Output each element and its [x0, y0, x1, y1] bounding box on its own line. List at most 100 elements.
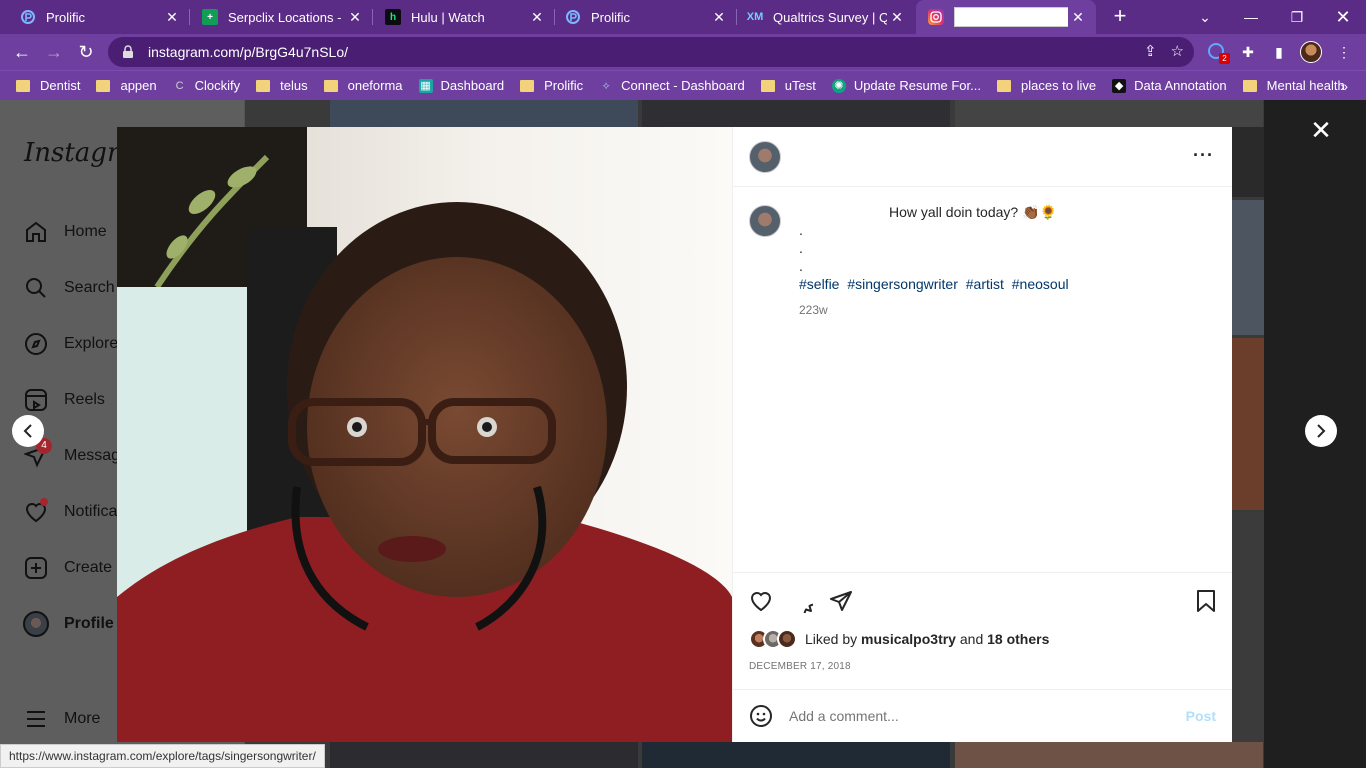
bookmark-dentist[interactable]: Dentist: [16, 78, 80, 93]
caption-text: How yall doin today? 👏🏾🌻: [889, 204, 1057, 220]
reels-icon: [22, 386, 50, 414]
minimize-button[interactable]: —: [1228, 0, 1274, 34]
browser-tab-bar: Prolific ✕ + Serpclix Locations - Go ✕ h…: [0, 0, 1366, 34]
bookmark-clockify[interactable]: C Clockify: [173, 78, 241, 93]
reload-button[interactable]: ↻: [74, 40, 98, 64]
post-photo[interactable]: [117, 127, 732, 742]
bookmark-icon: [1197, 590, 1215, 612]
tab-close-icon[interactable]: ✕: [1068, 9, 1088, 26]
back-button[interactable]: ←: [10, 40, 34, 64]
tab-hulu[interactable]: h Hulu | Watch ✕: [373, 0, 555, 34]
caption-dot: .: [799, 258, 803, 274]
profile-avatar[interactable]: [1300, 41, 1322, 63]
tab-serpclix[interactable]: + Serpclix Locations - Go ✕: [190, 0, 373, 34]
hashtag-selfie[interactable]: #selfie: [799, 276, 839, 292]
tab-close-icon[interactable]: ✕: [162, 9, 182, 26]
sidebar-item-create[interactable]: Create: [22, 554, 112, 582]
sidebar-item-reels[interactable]: Reels: [22, 386, 105, 414]
bookmark-prolific[interactable]: Prolific: [520, 78, 583, 93]
dashboard-icon: ▦: [418, 78, 433, 93]
address-bar[interactable]: instagram.com/p/BrgG4u7nSLo/ ⇪ ☆: [108, 37, 1194, 67]
restore-button[interactable]: ❐: [1274, 0, 1320, 34]
data-annotation-icon: ◆: [1112, 78, 1127, 93]
new-tab-button[interactable]: +: [1108, 5, 1132, 29]
comment-button[interactable]: [787, 587, 815, 615]
close-window-button[interactable]: ✕: [1320, 0, 1366, 34]
liked-by-others[interactable]: 18 others: [987, 631, 1049, 647]
hashtag-list: #selfie #singersongwriter #artist #neoso…: [799, 275, 1216, 293]
comment-input[interactable]: [789, 708, 1186, 724]
bookmarks-overflow-icon[interactable]: »: [1340, 78, 1348, 94]
hashtag-neosoul[interactable]: #neosoul: [1012, 276, 1069, 292]
folder-icon: [96, 79, 111, 92]
share-button[interactable]: [827, 587, 855, 615]
grid-tile: [330, 742, 638, 768]
more-options-icon[interactable]: ···: [1193, 145, 1214, 166]
save-button[interactable]: [1192, 587, 1220, 615]
tab-title: Prolific: [591, 9, 631, 25]
bookmark-star-icon[interactable]: ☆: [1171, 42, 1184, 60]
chevron-left-icon: [23, 424, 32, 438]
bookmark-utest[interactable]: uTest: [760, 78, 816, 93]
bookmark-update-resume[interactable]: ✺ Update Resume For...: [831, 78, 981, 93]
folder-icon: [996, 79, 1011, 92]
close-modal-button[interactable]: ✕: [1308, 117, 1334, 144]
search-icon: [22, 274, 50, 302]
bookmark-data-annotation[interactable]: ◆ Data Annotation: [1112, 78, 1227, 93]
sidebar-item-explore[interactable]: Explore: [22, 330, 118, 358]
tab-search-chevron-icon[interactable]: ⌄: [1182, 0, 1228, 34]
sidebar-item-home[interactable]: Home: [22, 218, 107, 246]
hashtag-artist[interactable]: #artist: [966, 276, 1004, 292]
grid-tile: [330, 100, 638, 127]
author-avatar[interactable]: [749, 141, 781, 173]
tab-prolific-1[interactable]: Prolific ✕: [0, 0, 190, 34]
bookmark-oneforma[interactable]: oneforma: [323, 78, 403, 93]
bookmark-mental-health[interactable]: Mental health: [1242, 78, 1345, 93]
sidebar-item-profile[interactable]: Profile: [22, 610, 114, 638]
post-details-panel: ··· How yall doin today? 👏🏾🌻 . . . #self…: [732, 127, 1232, 742]
bookmark-telus[interactable]: telus: [256, 78, 308, 93]
sidebar-item-search[interactable]: Search: [22, 274, 115, 302]
notification-dot: [40, 498, 48, 506]
hashtag-singersongwriter[interactable]: #singersongwriter: [847, 276, 958, 292]
grid-tile: [642, 100, 950, 127]
tab-instagram-active[interactable]: ✕: [916, 0, 1096, 34]
extension-cloud-icon[interactable]: 2: [1206, 42, 1230, 64]
previous-post-button[interactable]: [12, 415, 44, 447]
share-icon[interactable]: ⇪: [1144, 42, 1157, 60]
tab-title: Prolific: [46, 9, 86, 25]
tab-close-icon[interactable]: ✕: [345, 9, 365, 26]
grid-tile: [955, 742, 1263, 768]
tab-close-icon[interactable]: ✕: [709, 9, 729, 26]
bookmark-places-to-live[interactable]: places to live: [996, 78, 1096, 93]
bookmark-dashboard[interactable]: ▦ Dashboard: [418, 78, 504, 93]
chrome-menu-icon[interactable]: ⋮: [1334, 42, 1354, 62]
tab-prolific-2[interactable]: Prolific ✕: [555, 0, 737, 34]
post-date[interactable]: DECEMBER 17, 2018: [749, 661, 851, 672]
post-comment-button[interactable]: Post: [1186, 708, 1216, 724]
liked-by-user[interactable]: musicalpo3try: [861, 631, 956, 647]
bookmark-connect-dashboard[interactable]: ⟡ Connect - Dashboard: [599, 78, 745, 93]
emoji-icon[interactable]: [749, 704, 773, 728]
caption-time-ago[interactable]: 223w: [799, 301, 1216, 319]
forward-button[interactable]: →: [42, 40, 66, 64]
liked-by-prefix: Liked by: [805, 631, 858, 647]
post-actions: Liked by musicalpo3try and 18 others DEC…: [733, 572, 1232, 690]
grid-tile: [1232, 513, 1264, 743]
sidebar-item-more[interactable]: More: [22, 705, 100, 733]
bookmark-appen[interactable]: appen: [96, 78, 157, 93]
tab-title: Hulu | Watch: [411, 9, 485, 25]
grid-tile: [642, 742, 950, 768]
tab-qualtrics[interactable]: XM Qualtrics Survey | Qua ✕: [737, 0, 915, 34]
tab-close-icon[interactable]: ✕: [887, 9, 907, 26]
tab-close-icon[interactable]: ✕: [527, 9, 547, 26]
folder-icon: [16, 79, 30, 92]
sheets-icon: +: [202, 9, 218, 25]
side-panel-icon[interactable]: ▮: [1269, 42, 1289, 62]
address-url: instagram.com/p/BrgG4u7nSLo/: [148, 44, 348, 60]
caption-author-avatar[interactable]: [749, 205, 781, 237]
extensions-puzzle-icon[interactable]: ✚: [1238, 42, 1258, 62]
bookmarks-bar: Dentist appen C Clockify telus oneforma ▦…: [0, 70, 1366, 100]
next-post-button[interactable]: [1305, 415, 1337, 447]
like-button[interactable]: [747, 587, 775, 615]
